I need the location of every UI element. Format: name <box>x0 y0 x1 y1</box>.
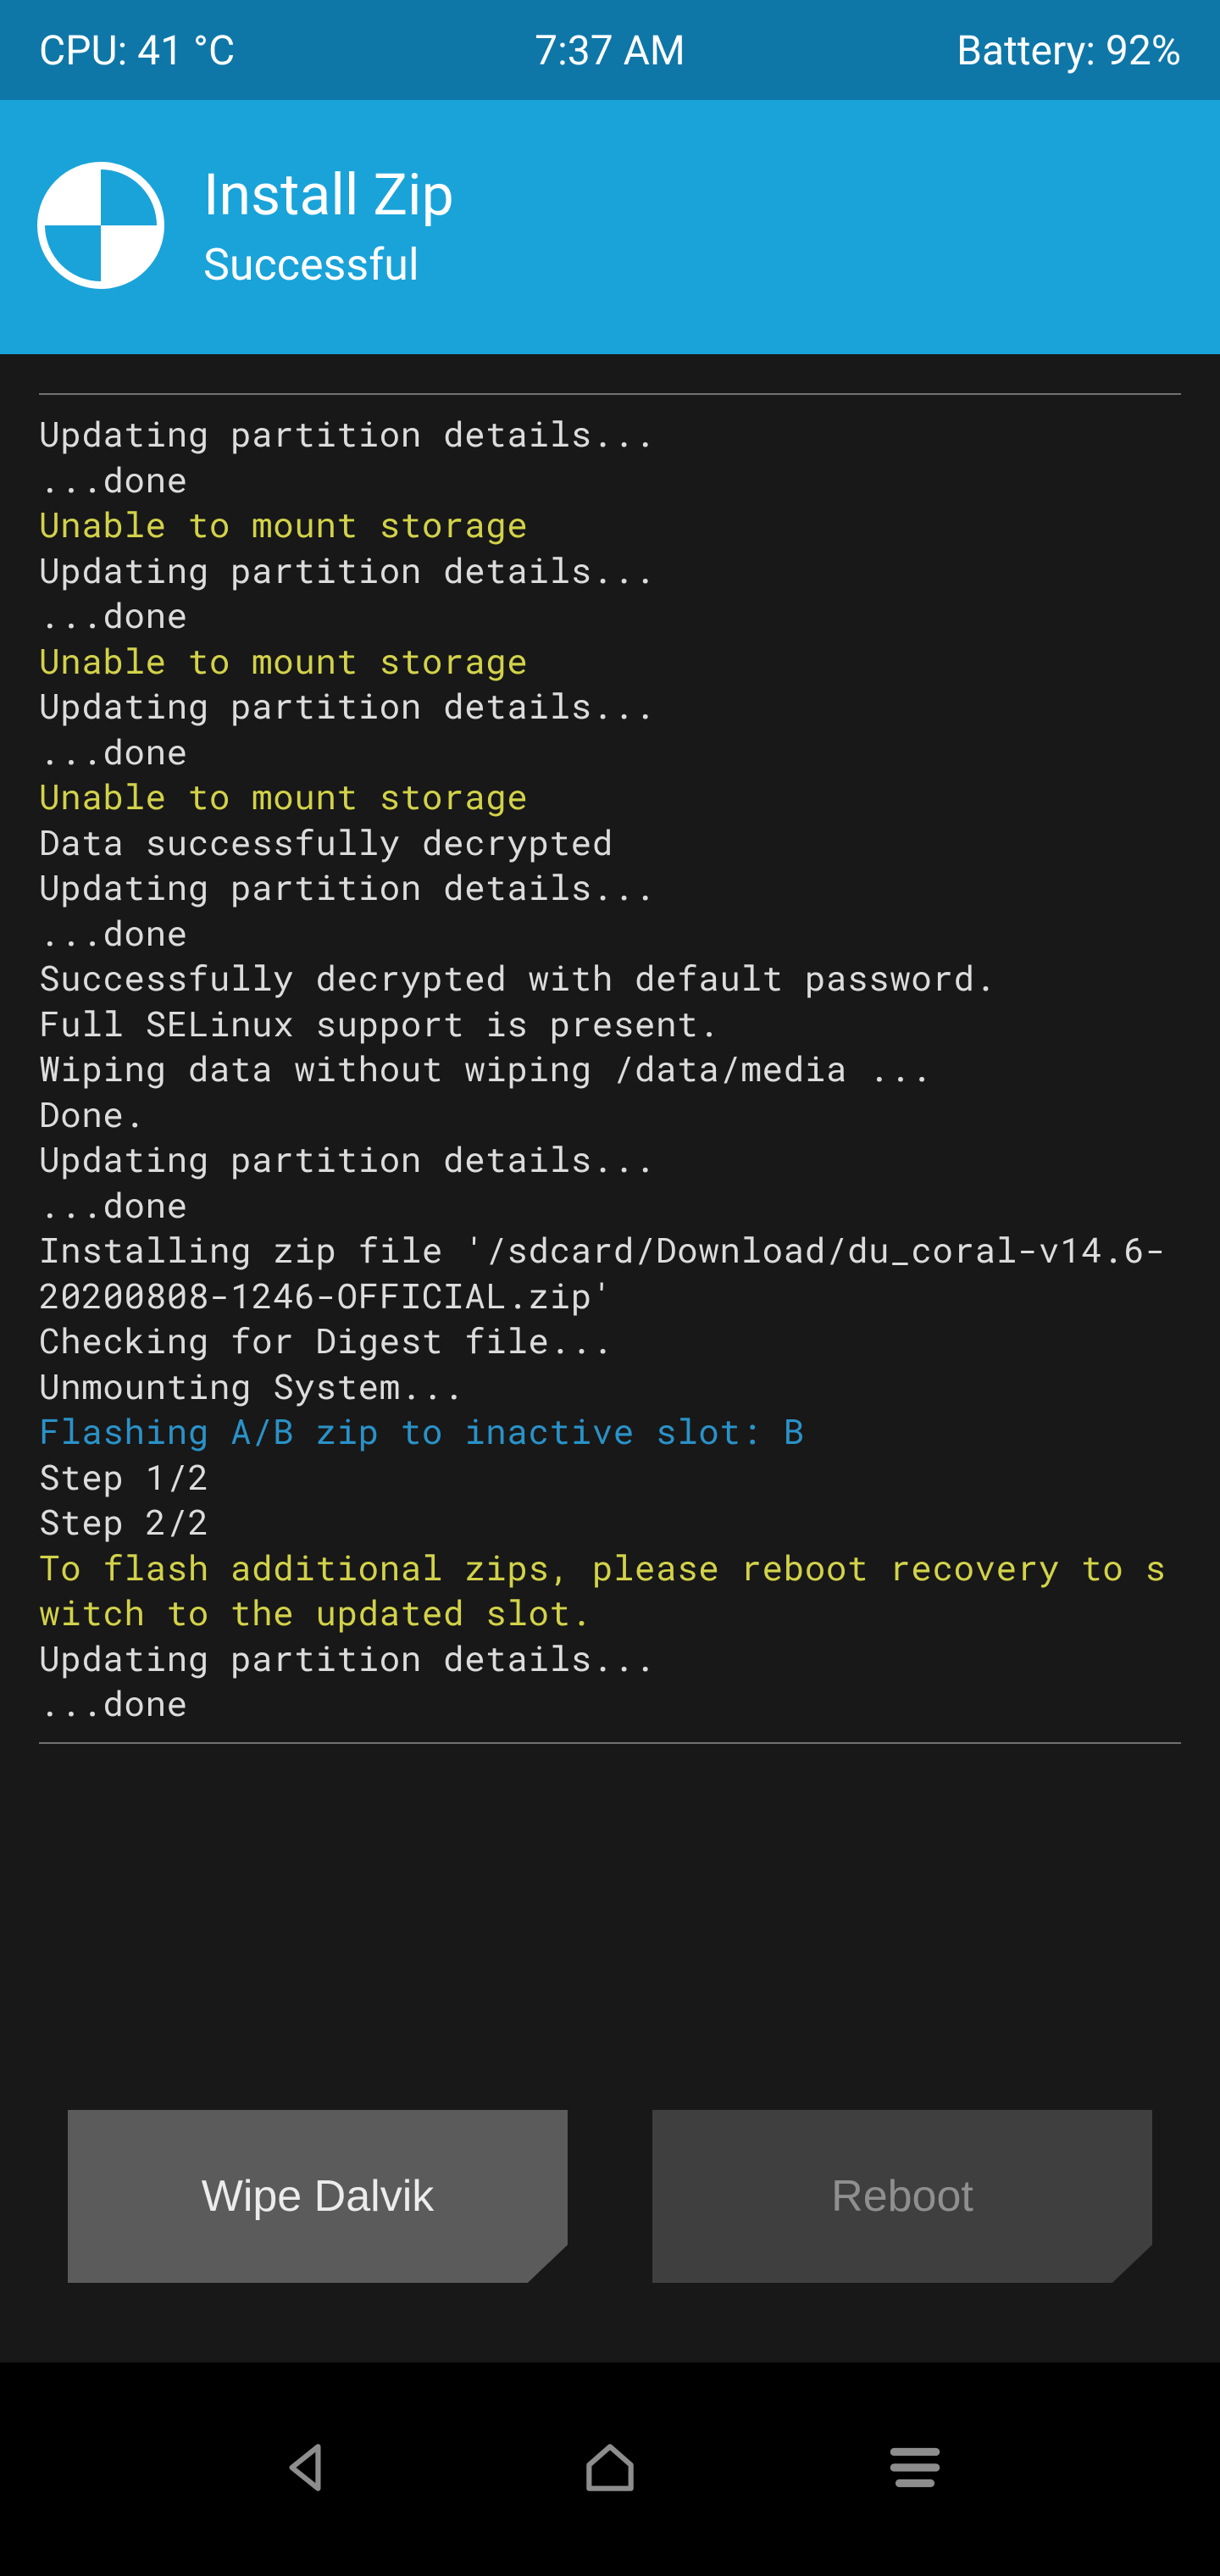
page-subtitle: Successful <box>203 239 454 291</box>
status-bar: CPU: 41 °C 7:37 AM Battery: 92% <box>0 0 1220 100</box>
log-line: Unable to mount storage <box>39 774 528 819</box>
log-line: Data successfully decrypted <box>39 819 613 865</box>
log-line: Updating partition details... <box>39 1635 656 1681</box>
log-line: ...done <box>39 910 188 956</box>
log-line: ...done <box>39 592 188 638</box>
log-line: Updating partition details... <box>39 864 656 910</box>
log-line: Unable to mount storage <box>39 638 528 684</box>
log-line: ...done <box>39 729 188 774</box>
log-line: Installing zip file '/sdcard/Download/du… <box>39 1227 1167 1319</box>
log-line: Unmounting System... <box>39 1363 464 1409</box>
log-line: Checking for Digest file... <box>39 1318 613 1363</box>
log-line: Successfully decrypted with default pass… <box>39 955 996 1001</box>
reboot-button[interactable]: Reboot <box>652 2110 1152 2283</box>
log-line: ...done <box>39 1182 188 1228</box>
content-area: Updating partition details... ...done Un… <box>0 354 1220 2362</box>
log-line: To flash additional zips, please reboot … <box>39 1545 1167 1636</box>
log-line: Updating partition details... <box>39 411 656 457</box>
log-line: ...done <box>39 457 188 502</box>
page-title: Install Zip <box>203 164 454 227</box>
back-icon[interactable] <box>274 2436 336 2502</box>
twrp-logo-icon <box>37 162 164 292</box>
log-line: Done. <box>39 1091 146 1137</box>
log-line: Updating partition details... <box>39 1136 656 1182</box>
wipe-dalvik-button[interactable]: Wipe Dalvik <box>68 2110 568 2283</box>
cpu-temp: CPU: 41 °C <box>39 26 235 75</box>
menu-icon[interactable] <box>884 2436 946 2502</box>
log-line: Wiping data without wiping /data/media .… <box>39 1046 932 1091</box>
log-output[interactable]: Updating partition details... ...done Un… <box>39 393 1181 1744</box>
log-line: Flashing A/B zip to inactive slot: B <box>39 1408 805 1454</box>
header: Install Zip Successful <box>0 100 1220 354</box>
log-line: ...done <box>39 1680 188 1726</box>
log-line: Full SELinux support is present. <box>39 1001 719 1046</box>
battery-level: Battery: 92% <box>957 26 1181 75</box>
log-line: Unable to mount storage <box>39 502 528 547</box>
button-row: Wipe Dalvik Reboot <box>0 2110 1220 2283</box>
log-line: Step 2/2 <box>39 1499 209 1545</box>
home-icon[interactable] <box>579 2436 641 2502</box>
log-line: Updating partition details... <box>39 547 656 593</box>
log-line: Step 1/2 <box>39 1454 209 1500</box>
nav-bar <box>0 2362 1220 2576</box>
log-line: Updating partition details... <box>39 683 656 729</box>
